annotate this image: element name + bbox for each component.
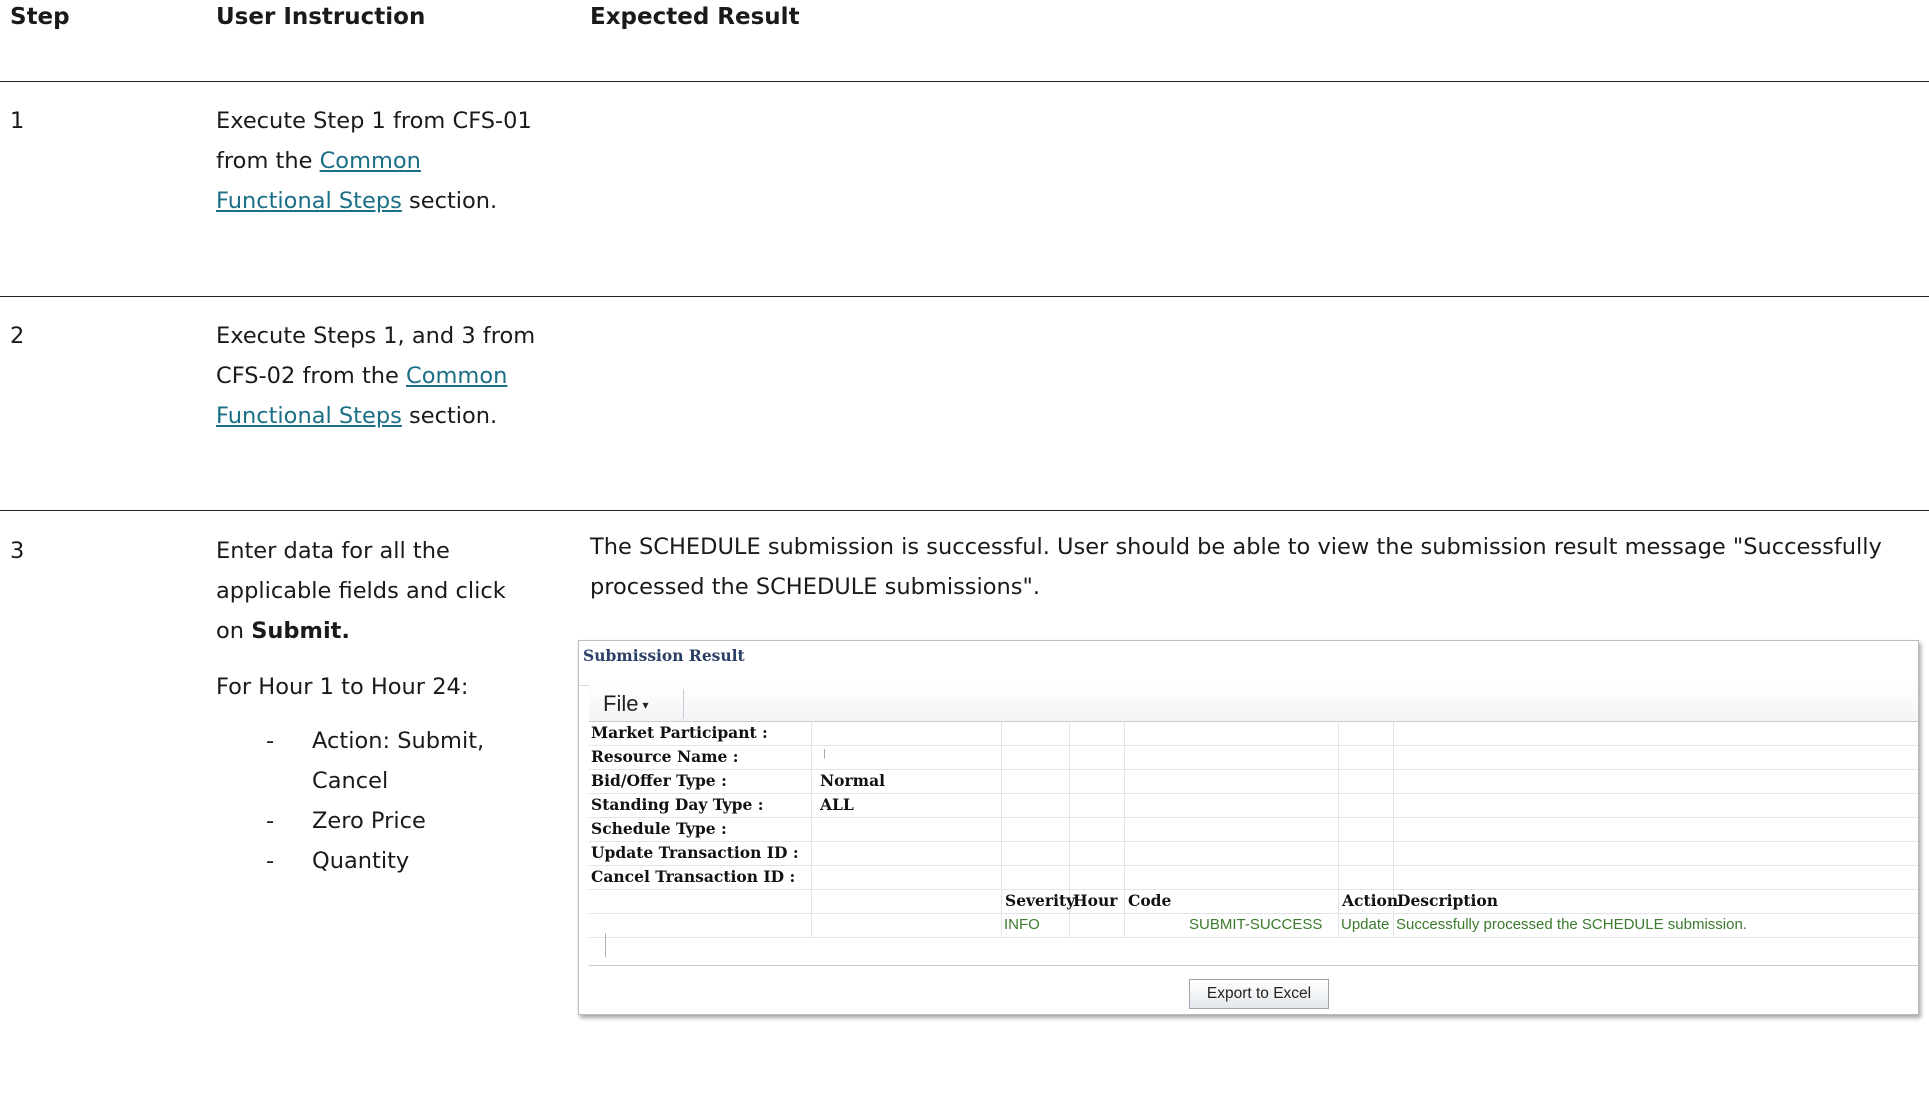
- field-label: Market Participant :: [591, 723, 768, 742]
- field-value: ALL: [820, 795, 854, 814]
- field-row: Schedule Type :: [589, 817, 1918, 842]
- redaction-mark: |: [823, 749, 827, 759]
- field-label: Resource Name :: [591, 747, 739, 766]
- result-header-row: Severity Hour Code Action Description: [589, 889, 1918, 914]
- panel-footer-divider: [589, 965, 1918, 966]
- instruction-bullets: - Action: Submit, Cancel - Zero Price - Qua…: [216, 721, 536, 881]
- col-severity: Severity: [1005, 891, 1076, 910]
- header-divider: [0, 81, 1929, 82]
- instruction-2-suffix: section.: [401, 403, 498, 429]
- file-menu-button[interactable]: File ▾: [603, 691, 648, 717]
- bullet-text: Action: Submit, Cancel: [312, 728, 485, 794]
- panel-toolbar: File ▾: [589, 685, 1918, 722]
- panel-title: Submission Result: [579, 641, 1918, 686]
- submit-bold-label: Submit.: [251, 618, 350, 644]
- header-step: Step: [10, 4, 70, 30]
- export-to-excel-button[interactable]: Export to Excel: [1189, 979, 1329, 1009]
- col-hour: Hour: [1073, 891, 1118, 910]
- instruction-1: Execute Step 1 from CFS-01 from the Comm…: [216, 101, 536, 221]
- chevron-down-icon: ▾: [642, 698, 649, 713]
- field-label: Schedule Type :: [591, 819, 727, 838]
- result-description: Successfully processed the SCHEDULE subm…: [1396, 916, 1747, 933]
- col-description: Description: [1397, 891, 1499, 910]
- bullet-item: - Action: Submit, Cancel: [216, 721, 536, 801]
- hours-line: For Hour 1 to Hour 24:: [216, 674, 469, 700]
- bullet-text: Quantity: [312, 848, 410, 874]
- step-number-2: 2: [10, 323, 25, 349]
- bullet-dash: -: [266, 808, 275, 834]
- result-severity: INFO: [1004, 916, 1040, 933]
- expected-result-3: The SCHEDULE submission is successful. U…: [590, 534, 1882, 600]
- col-code: Code: [1128, 891, 1172, 910]
- field-label: Standing Day Type :: [591, 795, 764, 814]
- submission-result-panel: Submission Result File ▾ Market Participa…: [578, 640, 1919, 1015]
- field-row: Cancel Transaction ID :: [589, 865, 1918, 890]
- bullet-item: - Quantity: [216, 841, 536, 881]
- step-number-3: 3: [10, 538, 25, 564]
- result-row: INFO SUBMIT-SUCCESS Update Successfully …: [589, 913, 1918, 938]
- bullet-item: - Zero Price: [216, 801, 536, 841]
- toolbar-separator: [683, 689, 684, 719]
- row-divider-2: [0, 510, 1929, 511]
- field-label: Bid/Offer Type :: [591, 771, 727, 790]
- header-expected-result: Expected Result: [590, 4, 800, 30]
- instruction-2: Execute Steps 1, and 3 from CFS-02 from …: [216, 316, 536, 436]
- field-row: Resource Name : |: [589, 745, 1918, 770]
- field-row: Update Transaction ID :: [589, 841, 1918, 866]
- field-label: Update Transaction ID :: [591, 843, 799, 862]
- result-code: SUBMIT-SUCCESS: [1189, 916, 1323, 933]
- row-divider-1: [0, 296, 1929, 297]
- field-row: Bid/Offer Type : Normal: [589, 769, 1918, 794]
- col-action: Action: [1342, 891, 1399, 910]
- step-number-1: 1: [10, 108, 25, 134]
- result-action: Update: [1341, 916, 1390, 933]
- bullet-dash: -: [266, 848, 275, 874]
- file-menu-label: File: [603, 691, 639, 716]
- field-row: Market Participant :: [589, 721, 1918, 746]
- instruction-1-suffix: section.: [401, 188, 498, 214]
- field-row: Standing Day Type : ALL: [589, 793, 1918, 818]
- header-user-instruction: User Instruction: [216, 4, 426, 30]
- row-cursor: [605, 933, 606, 957]
- instruction-3: Enter data for all the applicable fields…: [216, 531, 536, 881]
- bullet-dash: -: [266, 728, 275, 754]
- bullet-text: Zero Price: [312, 808, 426, 834]
- field-label: Cancel Transaction ID :: [591, 867, 796, 886]
- field-value: Normal: [820, 771, 886, 790]
